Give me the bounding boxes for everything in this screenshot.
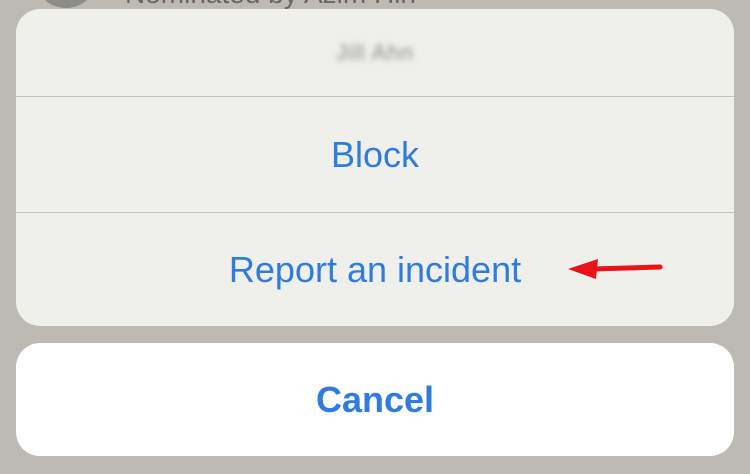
action-sheet-title: Jill Ahn <box>16 9 734 96</box>
blurred-username: Jill Ahn <box>336 39 414 65</box>
red-arrow-annotation-icon <box>568 259 663 279</box>
block-button[interactable]: Block <box>16 97 734 212</box>
cancel-button[interactable]: Cancel <box>16 343 734 456</box>
avatar <box>38 0 94 8</box>
